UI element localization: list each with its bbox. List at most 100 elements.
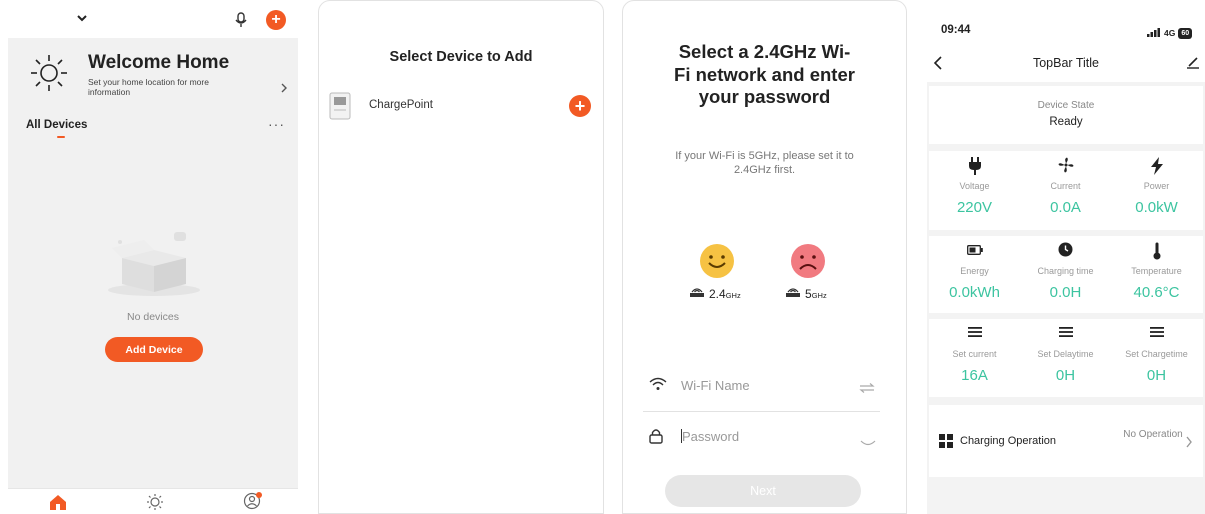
- metrics-row-2: Energy 0.0kWh Charging time 0.0H Tempera…: [929, 236, 1203, 313]
- metric-label: Temperature: [1131, 266, 1182, 276]
- chevron-right-icon[interactable]: [1185, 435, 1193, 453]
- metric-set-delaytime[interactable]: Set Delaytime 0H: [1020, 325, 1111, 384]
- metric-charging-time: Charging time 0.0H: [1020, 242, 1111, 301]
- metric-label: Charging time: [1037, 266, 1094, 276]
- add-device-button[interactable]: Add Device: [105, 337, 203, 362]
- metric-value: 0.0A: [1050, 199, 1081, 216]
- tab-indicator: [57, 136, 65, 138]
- operation-value: No Operation: [1123, 429, 1183, 440]
- profile-tab-icon[interactable]: [243, 492, 263, 514]
- fan-icon: [1020, 157, 1111, 179]
- edit-pencil-icon[interactable]: [1186, 55, 1200, 74]
- device-state-value: Ready: [1049, 116, 1083, 128]
- sheet-title: Select Device to Add: [389, 49, 533, 65]
- band-24-indicator: 2.4 GHz: [689, 285, 741, 303]
- metric-value: 40.6°C: [1133, 284, 1180, 301]
- thermometer-icon: [1111, 242, 1202, 264]
- metric-set-current[interactable]: Set current 16A: [929, 325, 1020, 384]
- wifi-title: Select a 2.4GHz Wi-Fi network and enter …: [674, 41, 855, 107]
- band-24-unit: GHz: [725, 291, 741, 300]
- metric-label: Current: [1050, 181, 1081, 191]
- chargepoint-device-icon: [329, 92, 351, 125]
- metric-power: Power 0.0kW: [1111, 157, 1202, 216]
- metric-label: Energy: [960, 266, 989, 276]
- empty-state-text: No devices: [127, 311, 179, 323]
- bottom-tab-bar: [8, 488, 298, 514]
- password-input[interactable]: Password: [681, 429, 739, 444]
- password-placeholder: Password: [682, 429, 740, 444]
- network-type: 4G: [1164, 28, 1176, 38]
- metrics-row-1: Voltage 220V Current 0.0A Power 0.0kW: [929, 151, 1203, 230]
- lock-icon: [649, 428, 663, 449]
- metric-label: Set Chargetime: [1125, 349, 1188, 359]
- welcome-subtitle[interactable]: Set your home location for more informat…: [88, 77, 248, 97]
- metric-value: 0.0kWh: [949, 284, 1000, 301]
- metric-value: 220V: [956, 199, 993, 216]
- home-tab-icon[interactable]: [49, 494, 67, 514]
- battery-indicator: 60: [1178, 27, 1193, 39]
- add-device-plus-icon[interactable]: +: [569, 95, 591, 117]
- device-state-card: Device State Ready: [929, 86, 1203, 144]
- welcome-title: Welcome Home: [88, 52, 230, 73]
- happy-face-icon: [699, 243, 735, 284]
- status-time: 09:44: [941, 24, 971, 36]
- input-divider: [643, 411, 880, 412]
- metric-label: Set current: [952, 349, 997, 359]
- signal-icon: [1147, 24, 1161, 42]
- home-switcher-chevron-icon[interactable]: [76, 10, 88, 28]
- scene-tab-icon[interactable]: [146, 493, 164, 514]
- metric-value: 0H: [1055, 367, 1076, 384]
- microphone-icon[interactable]: [234, 12, 248, 33]
- metric-temperature: Temperature 40.6°C: [1111, 242, 1202, 301]
- more-menu-button[interactable]: ···: [268, 116, 285, 132]
- band-24-value: 2.4: [709, 287, 726, 301]
- switch-network-icon[interactable]: [859, 380, 875, 398]
- router-icon: [689, 285, 705, 303]
- device-state-label: Device State: [1037, 100, 1095, 111]
- sad-face-icon: [790, 243, 826, 284]
- metrics-row-3: Set current 16A Set Delaytime 0H Set Cha…: [929, 319, 1203, 397]
- clock-icon: [1020, 242, 1111, 264]
- select-device-sheet: Select Device to Add ChargePoint +: [318, 0, 604, 514]
- eye-hidden-icon[interactable]: [860, 435, 876, 453]
- band-5-value: 5: [805, 287, 812, 301]
- sun-icon: [28, 52, 70, 99]
- charging-operation-row[interactable]: Charging Operation No Operation: [929, 405, 1203, 477]
- plug-icon: [929, 157, 1020, 179]
- wifi-icon: [649, 377, 667, 396]
- metric-label: Power: [1143, 181, 1170, 191]
- home-content: Welcome Home Set your home location for …: [8, 38, 298, 488]
- list-menu-icon: [1020, 325, 1111, 347]
- router-icon: [785, 285, 801, 303]
- device-item-label[interactable]: ChargePoint: [369, 99, 433, 111]
- band-5-indicator: 5 GHz: [785, 285, 827, 303]
- metric-label: Voltage: [959, 181, 990, 191]
- wifi-hint: If your Wi-Fi is 5GHz, please set it to …: [675, 150, 854, 176]
- metric-set-chargetime[interactable]: Set Chargetime 0H: [1111, 325, 1202, 384]
- home-topbar: +: [8, 0, 298, 38]
- battery-icon: [929, 242, 1020, 264]
- page-title: TopBar Title: [1032, 56, 1099, 70]
- grid-icon: [939, 434, 953, 453]
- home-screen: + Welcome Home Set your home location fo…: [8, 0, 298, 514]
- battery-level: 60: [1181, 29, 1190, 37]
- operation-label: Charging Operation: [960, 435, 1057, 447]
- wifi-name-input[interactable]: Wi-Fi Name: [681, 378, 750, 393]
- list-menu-icon: [1111, 325, 1202, 347]
- metric-current: Current 0.0A: [1020, 157, 1111, 216]
- status-indicators: 4G 60: [1147, 24, 1193, 42]
- add-plus-icon[interactable]: +: [266, 10, 286, 30]
- wifi-setup-screen: Select a 2.4GHz Wi-Fi network and enter …: [622, 0, 907, 514]
- metric-energy: Energy 0.0kWh: [929, 242, 1020, 301]
- next-button[interactable]: Next: [665, 475, 861, 507]
- chevron-right-icon[interactable]: [280, 80, 288, 98]
- all-devices-tab[interactable]: All Devices: [26, 119, 87, 131]
- metric-value: 0.0kW: [1135, 199, 1178, 216]
- metric-voltage: Voltage 220V: [929, 157, 1020, 216]
- list-menu-icon: [929, 325, 1020, 347]
- empty-box-icon: [104, 228, 204, 303]
- band-5-unit: GHz: [811, 291, 827, 300]
- metric-label: Set Delaytime: [1037, 349, 1094, 359]
- lightning-icon: [1111, 157, 1202, 179]
- metric-value: 0H: [1146, 367, 1167, 384]
